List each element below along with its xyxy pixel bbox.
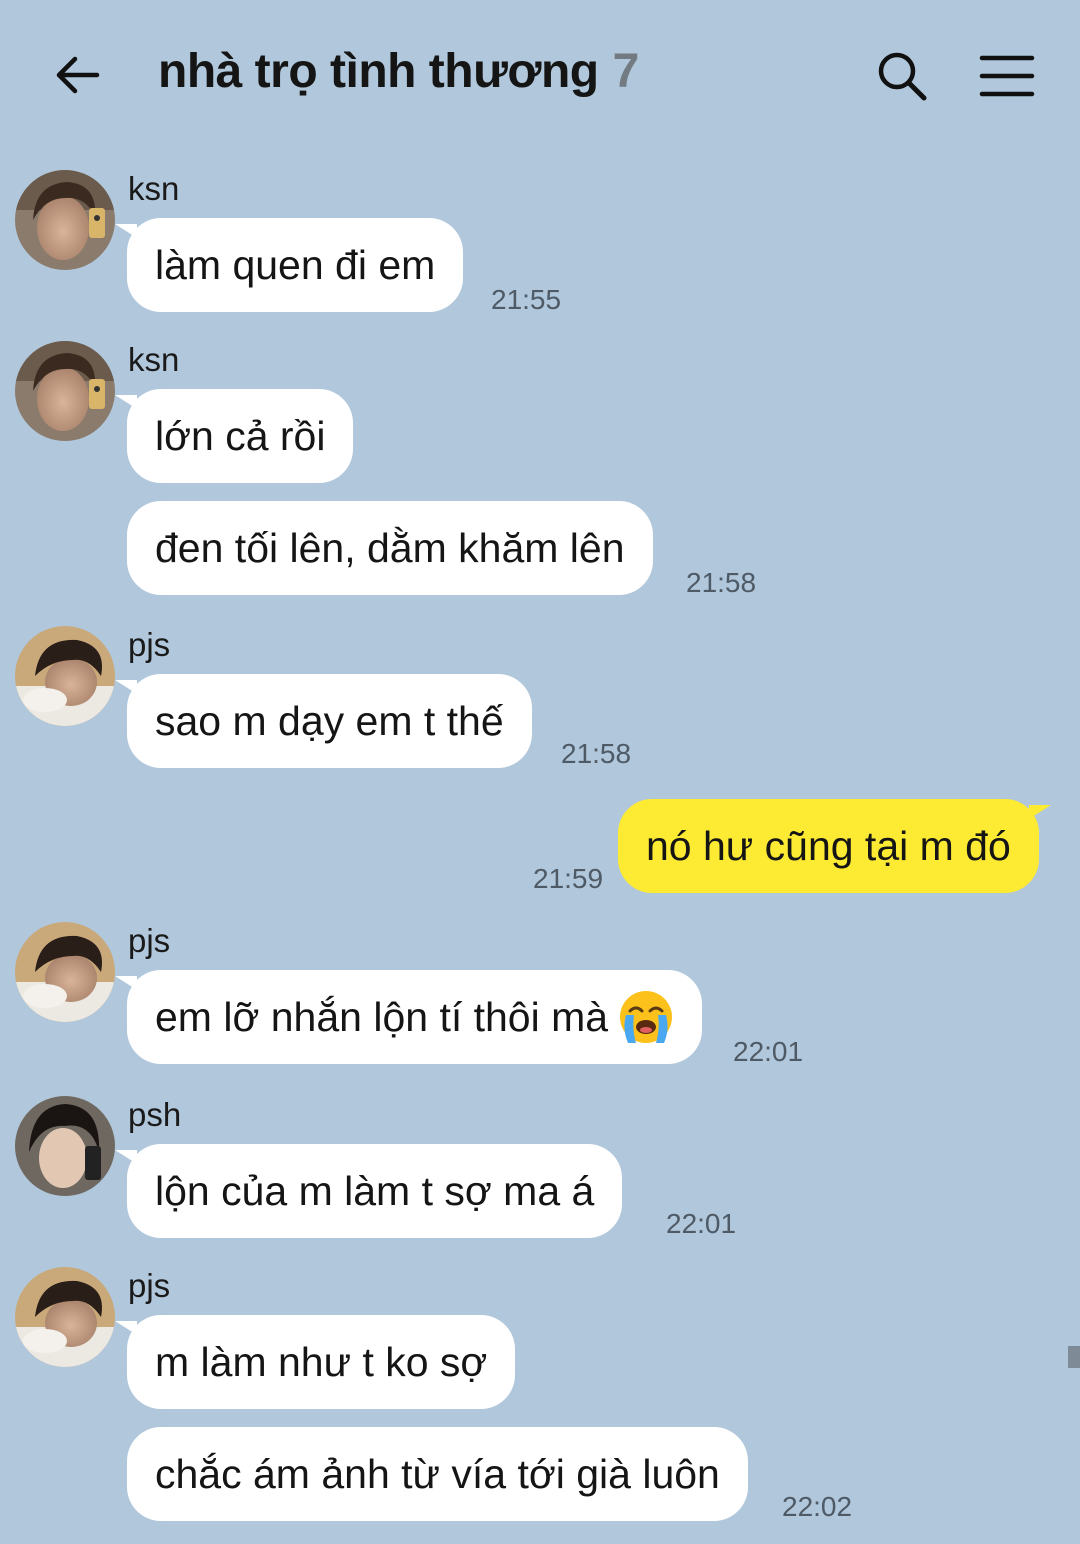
message-group: psh lộn của m làm t sợ ma á 22:01 xyxy=(0,1096,1080,1246)
message-time: 22:01 xyxy=(666,1208,737,1239)
message-bubble[interactable]: đen tối lên, dằm khăm lên xyxy=(127,501,653,595)
message-bubble[interactable]: m làm như t ko sợ xyxy=(114,1315,516,1409)
avatar-psh[interactable] xyxy=(15,1096,115,1196)
message-group: ksn làm quen đi em 21:55 xyxy=(0,170,1080,320)
search-button[interactable] xyxy=(872,46,932,106)
message-group: pjs m làm như t ko sợ chắc ám ảnh từ vía… xyxy=(0,1267,1080,1544)
avatar-ksn[interactable] xyxy=(15,341,115,441)
avatar-pjs-image xyxy=(15,922,115,1022)
message-group: pjs em lỡ nhắn lộn tí thôi mà 22:01 xyxy=(0,922,1080,1072)
avatar-pjs[interactable] xyxy=(15,1267,115,1367)
chat-title: nhà trọ tình thương xyxy=(158,45,599,98)
chat-header: nhà trọ tình thương 7 xyxy=(0,0,1080,150)
avatar-pjs-image xyxy=(15,1267,115,1367)
message-group: ksn lớn cả rồi đen tối lên, dằm khăm lên… xyxy=(0,341,1080,601)
scrollbar-thumb[interactable] xyxy=(1068,1346,1080,1368)
menu-button[interactable] xyxy=(974,46,1040,106)
avatar-pjs-image xyxy=(15,626,115,726)
avatar-ksn[interactable] xyxy=(15,170,115,270)
message-text: em lỡ nhắn lộn tí thôi mà xyxy=(155,993,609,1040)
message-time: 21:55 xyxy=(491,284,562,315)
avatar-pjs[interactable] xyxy=(15,626,115,726)
chat-title-area: nhà trọ tình thương 7 xyxy=(158,44,639,108)
message-bubble[interactable]: sao m dạy em t thế xyxy=(115,674,532,768)
member-count: 7 xyxy=(612,45,640,98)
message-time: 21:59 xyxy=(533,863,604,894)
message-bubble[interactable]: em lỡ nhắn lộn tí thôi mà xyxy=(114,970,703,1064)
message-time: 22:02 xyxy=(782,1491,853,1522)
sender-name: ksn xyxy=(128,170,180,207)
arrow-left-icon xyxy=(56,56,100,94)
message-bubble[interactable]: làm quen đi em xyxy=(114,218,464,312)
outgoing-message-bubble[interactable]: nó hư cũng tại m đó xyxy=(618,799,1051,893)
hamburger-menu-icon xyxy=(979,55,1035,97)
message-bubble[interactable]: lớn cả rồi xyxy=(114,389,354,483)
avatar-ksn-image xyxy=(15,170,115,270)
avatar-psh-image xyxy=(15,1096,115,1196)
loudly-crying-face-icon xyxy=(620,991,673,1043)
message-time: 21:58 xyxy=(561,738,632,769)
sender-name: ksn xyxy=(128,341,180,378)
sender-name: pjs xyxy=(128,922,171,959)
message-bubble[interactable]: lộn của m làm t sợ ma á xyxy=(114,1144,623,1238)
search-icon xyxy=(878,52,927,101)
message-time: 21:58 xyxy=(686,567,757,598)
avatar-ksn-image xyxy=(15,341,115,441)
message-group: pjs sao m dạy em t thế 21:58 xyxy=(0,626,1080,776)
avatar-pjs[interactable] xyxy=(15,922,115,1022)
back-button[interactable] xyxy=(50,48,104,102)
message-group-outgoing: 21:59 nó hư cũng tại m đó xyxy=(0,799,1080,899)
message-time: 22:01 xyxy=(733,1036,804,1067)
sender-name: pjs xyxy=(128,1267,171,1304)
sender-name: pjs xyxy=(128,626,171,663)
sender-name: psh xyxy=(128,1096,182,1133)
message-bubble[interactable]: chắc ám ảnh từ vía tới già luôn xyxy=(127,1427,748,1521)
